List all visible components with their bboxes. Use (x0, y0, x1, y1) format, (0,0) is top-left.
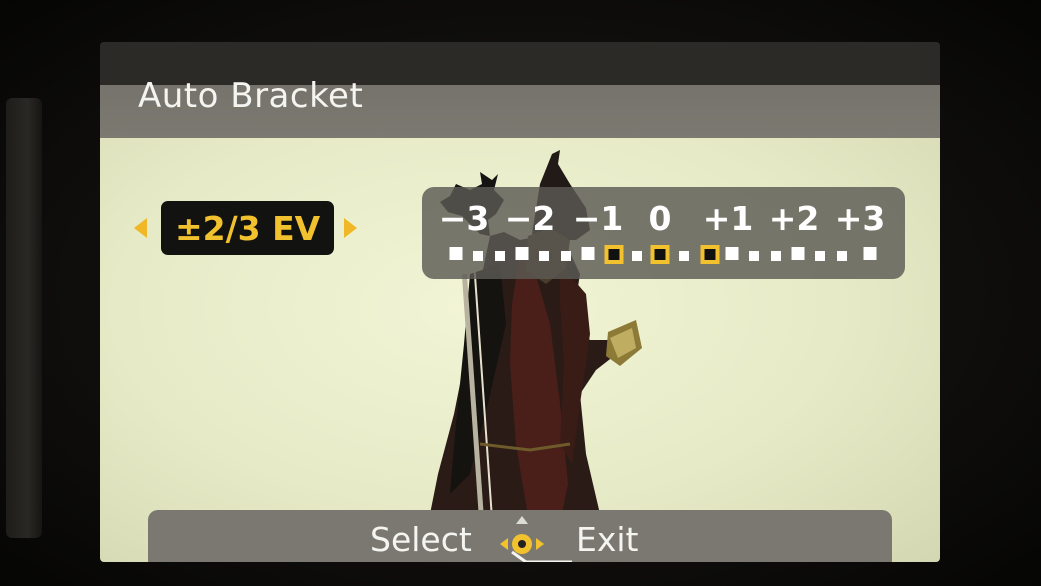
scale-tick-major (863, 247, 877, 260)
scale-tick-major (581, 247, 595, 260)
scale-tick-minor (749, 251, 759, 261)
title-bar: Auto Bracket (100, 42, 940, 138)
scale-label-minus1: −1 (572, 199, 624, 238)
scale-tick-minor (561, 251, 571, 261)
scale-label-plus3: +3 (834, 199, 886, 238)
scale-tick-major (725, 247, 739, 260)
scale-tick-minor (679, 251, 689, 261)
scale-label-zero: 0 (648, 199, 672, 238)
scale-tick-minor (473, 251, 483, 261)
scale-tick-minor (495, 251, 505, 261)
bracket-marker (650, 245, 670, 264)
lcd-screen: Auto Bracket ±2/3 EV −3 −2 −1 0 +1 +2 +3… (100, 42, 940, 562)
ev-step-value: ±2/3 EV (161, 201, 335, 255)
camera-bezel (6, 98, 42, 538)
exit-hint[interactable]: Exit (576, 520, 639, 559)
scale-tick-minor (837, 251, 847, 261)
exposure-scale: −3 −2 −1 0 +1 +2 +3 (422, 187, 905, 279)
scale-tick-major (515, 247, 529, 260)
scale-label-minus2: −2 (504, 199, 556, 238)
select-hint: Select (370, 520, 472, 559)
scale-tick-minor (771, 251, 781, 261)
page-title: Auto Bracket (138, 76, 364, 116)
scale-label-minus3: −3 (438, 199, 490, 238)
return-arrow-icon (511, 550, 572, 562)
scale-tick-major (791, 247, 805, 260)
scale-tick-minor (539, 251, 549, 261)
triangle-right-icon[interactable] (344, 218, 358, 238)
scale-tick-minor (632, 251, 642, 261)
bracket-marker (700, 245, 720, 264)
scale-tick-minor (815, 251, 825, 261)
bracket-marker (604, 245, 624, 264)
bracket-step-selector[interactable]: ±2/3 EV (134, 200, 358, 256)
scale-tick-major (449, 247, 463, 260)
camera-body: Auto Bracket ±2/3 EV −3 −2 −1 0 +1 +2 +3… (0, 0, 1041, 586)
scale-label-plus1: +1 (702, 199, 754, 238)
scale-label-plus2: +2 (768, 199, 820, 238)
triangle-left-icon[interactable] (134, 218, 147, 238)
